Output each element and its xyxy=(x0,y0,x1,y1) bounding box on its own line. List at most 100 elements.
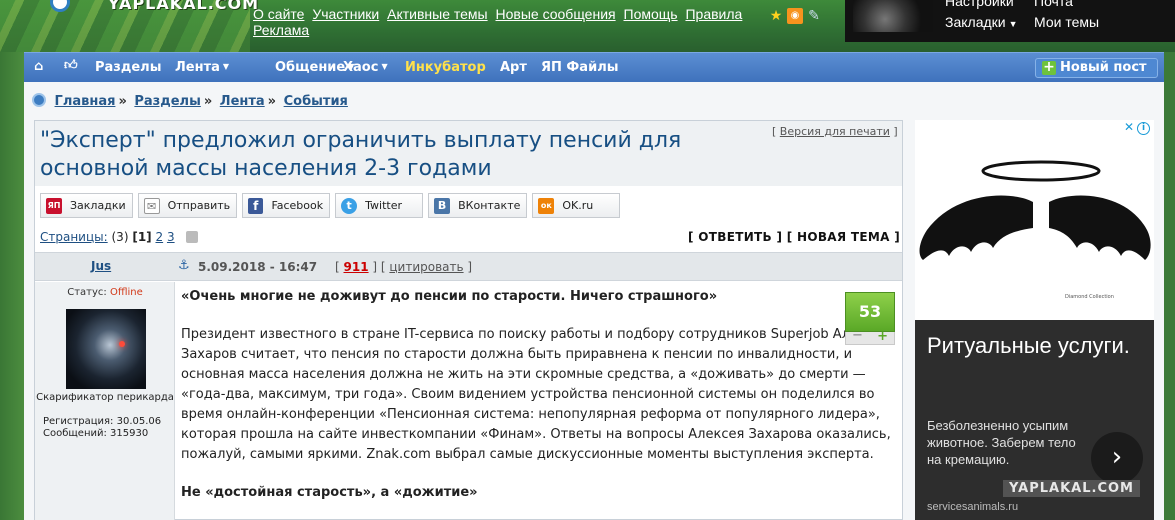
topic-actions: [ ОТВЕТИТЬ ] [ НОВАЯ ТЕМА ] xyxy=(688,230,900,244)
content-area: Главная» Разделы» Лента» События "Экспер… xyxy=(24,82,1164,520)
vk-icon: В xyxy=(434,197,451,214)
share-email-label: Отправить xyxy=(167,199,231,212)
rating-controls: − + xyxy=(845,328,895,345)
share-facebook-button[interactable]: f Facebook xyxy=(242,193,331,218)
toplink-active-topics[interactable]: Активные темы xyxy=(387,6,488,22)
site-logo[interactable]: YAPLAKAL.COM xyxy=(108,0,259,13)
chevron-down-icon: ▼ xyxy=(381,62,388,71)
share-bookmarks-label: Закладки xyxy=(70,199,126,212)
topic-panel: "Эксперт" предложил ограничить выплату п… xyxy=(34,120,903,520)
share-email-button[interactable]: ✉ Отправить xyxy=(137,193,238,218)
post-lead: «Очень многие не доживут до пенсии по ст… xyxy=(181,289,718,304)
ok-icon: ок xyxy=(538,197,555,214)
halo-wings-image xyxy=(919,160,1151,260)
breadcrumb-separator: » xyxy=(203,94,213,109)
status-label: Статус: xyxy=(67,287,107,298)
wrench-icon[interactable]: ✎ xyxy=(806,8,822,24)
new-topic-button[interactable]: НОВАЯ ТЕМА xyxy=(797,230,890,244)
right-wing-shape xyxy=(1049,195,1151,260)
toplink-new-posts[interactable]: Новые сообщения xyxy=(496,6,616,22)
star-icon[interactable]: ★ xyxy=(768,8,784,24)
pagination-row: Страницы: (3) [1] 2 3 [ ОТВЕТИТЬ ] [ НОВ… xyxy=(40,230,900,248)
twitter-icon: t xyxy=(341,197,358,214)
toplink-members[interactable]: Участники xyxy=(312,6,379,22)
page-3-link[interactable]: 3 xyxy=(167,230,175,244)
post-author-link[interactable]: Jus xyxy=(91,259,111,273)
reply-button[interactable]: ОТВЕТИТЬ xyxy=(698,230,772,244)
toplink-help[interactable]: Помощь xyxy=(624,6,678,22)
breadcrumb-sections[interactable]: Разделы xyxy=(134,94,200,109)
chevron-right-icon[interactable]: › xyxy=(1091,432,1143,484)
settings-link[interactable]: Настройки xyxy=(945,0,1014,9)
nav-art[interactable]: Арт xyxy=(500,60,527,75)
breadcrumb: Главная» Разделы» Лента» События xyxy=(32,93,348,109)
ad-description: Безболезненно усыпим животное. Заберем т… xyxy=(927,418,1076,467)
nav-files[interactable]: ЯП Файлы xyxy=(541,60,618,75)
post-body: «Очень многие не доживут до пенсии по ст… xyxy=(181,287,901,503)
toplink-ads[interactable]: Реклама xyxy=(253,22,309,38)
anchor-icon[interactable]: ⚓︎ xyxy=(178,258,190,273)
chevron-down-icon: ▼ xyxy=(1008,19,1018,29)
print-version-link[interactable]: Версия для печати xyxy=(780,125,890,138)
post-date: 5.09.2018 - 16:47 xyxy=(198,260,318,274)
nav-sections[interactable]: Разделы xyxy=(95,60,161,75)
nav-chaos[interactable]: Хаос ▼ xyxy=(343,60,388,75)
breadcrumb-home-icon xyxy=(32,93,46,107)
user-registration: Регистрация: 30.05.06 xyxy=(43,416,162,427)
mail-link[interactable]: Почта xyxy=(1034,0,1073,9)
toplink-about[interactable]: О сайте xyxy=(253,6,304,22)
user-status: Статус: Offline xyxy=(35,287,175,298)
page-jump-icon[interactable] xyxy=(186,231,199,243)
vote-up-button[interactable]: + xyxy=(877,329,888,344)
toplink-rules[interactable]: Правила xyxy=(685,6,742,22)
pages-count: (3) xyxy=(111,230,129,244)
nav-feed[interactable]: Лента ▼ xyxy=(175,60,229,75)
share-bookmarks-button[interactable]: ЯП Закладки xyxy=(40,193,133,218)
share-vk-button[interactable]: В ВКонтакте xyxy=(428,193,528,218)
post-rating: 53 − + xyxy=(845,292,895,345)
topic-title-box: "Эксперт" предложил ограничить выплату п… xyxy=(35,121,902,186)
print-version: [ Версия для печати ] xyxy=(772,125,898,138)
user-panel: Настройки Почта Закладки ▼ Мои темы xyxy=(845,0,1175,42)
breadcrumb-feed[interactable]: Лента xyxy=(220,94,265,109)
nav-incubator[interactable]: Инкубатор xyxy=(405,60,486,75)
breadcrumb-events[interactable]: События xyxy=(284,94,348,109)
thumbs-up-icon[interactable]: 👍︎ xyxy=(64,58,78,73)
vote-down-button[interactable]: − xyxy=(852,328,863,343)
site-header: YAPLAKAL.COM О сайте Участники Активные … xyxy=(0,0,1175,52)
share-twitter-label: Twitter xyxy=(365,199,402,212)
ad-site[interactable]: servicesanimals.ru xyxy=(927,501,1018,513)
nav-chat-label: Общение xyxy=(275,60,346,75)
page-2-link[interactable]: 2 xyxy=(155,230,163,244)
mail-icon: ✉ xyxy=(143,197,160,214)
current-page-number: 1 xyxy=(137,230,147,244)
quote-link[interactable]: цитировать xyxy=(389,260,463,274)
plus-icon: + xyxy=(1042,59,1056,75)
bookmarks-label: Закладки xyxy=(945,14,1006,30)
rss-icon[interactable]: ◉ xyxy=(787,8,803,24)
post-header: Jus ⚓︎ 5.09.2018 - 16:47 [ 911 ] [ цитир… xyxy=(35,252,902,281)
advertisement[interactable]: ✕ i Diamond Collection Ритуальные услуги… xyxy=(915,120,1154,520)
breadcrumb-separator: » xyxy=(118,94,127,109)
user-rank: Скарификатор перикарда xyxy=(36,392,174,403)
share-ok-button[interactable]: ок OK.ru xyxy=(532,193,621,218)
my-topics-link[interactable]: Мои темы xyxy=(1034,14,1099,30)
user-avatar[interactable] xyxy=(66,309,146,389)
pages-label[interactable]: Страницы: xyxy=(40,230,108,244)
home-icon[interactable]: ⌂ xyxy=(34,59,43,74)
post-votes-count[interactable]: 911 xyxy=(344,260,369,274)
bookmarks-menu[interactable]: Закладки ▼ xyxy=(945,14,1018,30)
breadcrumb-separator: » xyxy=(267,94,277,109)
user-avatar-thumb[interactable] xyxy=(853,0,933,32)
share-twitter-button[interactable]: t Twitter xyxy=(335,193,424,218)
main-navbar: ⌂ 👍︎ Разделы Лента ▼ Общение ▼ Хаос ▼ Инкуб… xyxy=(24,52,1164,82)
breadcrumb-home[interactable]: Главная xyxy=(55,94,116,109)
top-links: О сайте Участники Активные темы Новые со… xyxy=(253,6,773,38)
site-watermark: YAPLAKAL.COM xyxy=(1003,480,1140,497)
new-post-label: Новый пост xyxy=(1060,60,1147,75)
share-facebook-label: Facebook xyxy=(271,199,324,212)
new-post-button[interactable]: + Новый пост xyxy=(1035,58,1158,78)
nav-chaos-label: Хаос xyxy=(343,60,379,75)
share-ok-label: OK.ru xyxy=(562,199,594,212)
ad-brand-small: Diamond Collection xyxy=(1065,294,1114,300)
